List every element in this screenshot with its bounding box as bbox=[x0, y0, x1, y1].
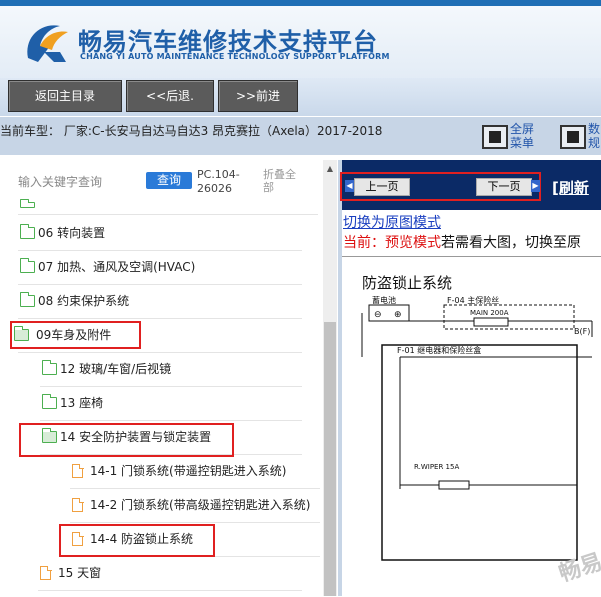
tree-item-15[interactable]: 15 天窗 bbox=[38, 557, 302, 591]
tree-row-partial bbox=[18, 196, 318, 215]
data-spec-icon[interactable] bbox=[560, 125, 586, 149]
relay-box-label: F-01 继电器和保险丝盒 bbox=[397, 345, 481, 355]
tree-item-label: 15 天窗 bbox=[58, 566, 102, 580]
document-icon bbox=[40, 565, 52, 580]
folder-icon bbox=[19, 258, 35, 273]
main-fuse-label: MAIN 200A bbox=[470, 309, 509, 317]
highlight-box bbox=[59, 524, 215, 557]
data-spec-label-line1: 数 bbox=[588, 122, 601, 136]
tree-item-14-1[interactable]: 14-1 门锁系统(带遥控钥匙进入系统) bbox=[70, 455, 320, 489]
back-button[interactable]: <<后退. bbox=[126, 80, 214, 112]
tree-item-07[interactable]: 07 加热、通风及空调(HVAC) bbox=[18, 251, 302, 285]
data-spec-label-line2: 规 bbox=[588, 136, 601, 150]
fuse-box-label: F-04 主保险丝 bbox=[447, 295, 499, 305]
preview-mode-status: 当前：预览模式若需看大图，切换至原 bbox=[343, 232, 581, 252]
document-icon bbox=[72, 497, 84, 512]
folder-icon bbox=[19, 199, 35, 208]
tree-item-label: 12 玻璃/车窗/后视镜 bbox=[60, 362, 172, 376]
prev-arrow-icon[interactable]: ◀ bbox=[345, 180, 354, 192]
switch-original-mode-link[interactable]: 切换为原图模式 bbox=[343, 212, 441, 232]
tree-item-label: 08 约束保护系统 bbox=[38, 294, 130, 308]
fullscreen-label-line2: 菜单 bbox=[510, 136, 535, 150]
preview-mode-hint: 若需看大图，切换至原 bbox=[441, 235, 581, 251]
fullscreen-label-line1: 全屏 bbox=[510, 122, 535, 136]
tree-item-06[interactable]: 06 转向装置 bbox=[18, 217, 302, 251]
tree-item-12[interactable]: 12 玻璃/车窗/后视镜 bbox=[40, 353, 302, 387]
wiper-fuse-symbol bbox=[438, 480, 470, 490]
wiring-diagram: 防盗锁止系统 蓄电池 ⊖ ⊕ F-04 主保险丝 MAIN 200A B(F) … bbox=[342, 256, 601, 596]
battery-plus-icon: ⊕ bbox=[394, 310, 402, 320]
prev-page-button[interactable]: 上一页 bbox=[354, 178, 410, 196]
tree-item-08[interactable]: 08 约束保护系统 bbox=[18, 285, 302, 319]
search-input[interactable]: 输入关键字查询 bbox=[18, 173, 102, 190]
fullscreen-menu-icon[interactable] bbox=[482, 125, 508, 149]
refresh-link[interactable]: [刷新 bbox=[552, 177, 589, 198]
tree-item-label: 06 转向装置 bbox=[38, 226, 106, 240]
tree-scrollbar-thumb[interactable] bbox=[324, 322, 336, 596]
diagram-title: 防盗锁止系统 bbox=[362, 274, 452, 292]
highlight-box bbox=[19, 423, 234, 457]
tree-item-label: 07 加热、通风及空调(HVAC) bbox=[38, 260, 196, 274]
tree-item-label: 13 座椅 bbox=[60, 396, 104, 410]
wiring-diagram-svg: 防盗锁止系统 蓄电池 ⊖ ⊕ F-04 主保险丝 MAIN 200A B(F) … bbox=[361, 274, 593, 561]
highlight-box bbox=[10, 321, 141, 349]
folder-icon bbox=[41, 360, 57, 375]
document-icon bbox=[72, 463, 84, 478]
tree-item-13[interactable]: 13 座椅 bbox=[40, 387, 302, 421]
tree-item-14-2[interactable]: 14-2 门锁系统(带高级遥控钥匙进入系统) bbox=[70, 489, 320, 523]
folder-icon bbox=[19, 224, 35, 239]
folder-icon bbox=[41, 394, 57, 409]
fuse-box-outline bbox=[443, 304, 575, 330]
folder-icon bbox=[19, 292, 35, 307]
connector-label: B(F) bbox=[574, 327, 590, 336]
data-spec-label[interactable]: 数 规 bbox=[588, 122, 600, 150]
preview-mode-label: 当前：预览模式 bbox=[343, 235, 441, 251]
forward-button[interactable]: >>前进 bbox=[218, 80, 298, 112]
next-page-button[interactable]: 下一页 bbox=[476, 178, 532, 196]
query-button[interactable]: 查询 bbox=[146, 172, 192, 189]
fullscreen-menu-label[interactable]: 全屏 菜单 bbox=[510, 122, 534, 150]
battery-minus-icon: ⊖ bbox=[374, 310, 382, 320]
relay-box-outline bbox=[381, 344, 578, 561]
main-fuse-symbol bbox=[473, 317, 509, 327]
pc-number: PC.104-26026 bbox=[197, 168, 240, 195]
next-arrow-icon[interactable]: ▶ bbox=[531, 180, 540, 192]
site-subtitle: CHANG YI AUTO MAINTENANCE TECHNOLOGY SUP… bbox=[80, 52, 390, 61]
platform-logo-icon bbox=[27, 25, 68, 62]
tree-item-label: 14-2 门锁系统(带高级遥控钥匙进入系统) bbox=[90, 498, 311, 512]
scroll-up-arrow-icon[interactable]: ▲ bbox=[325, 165, 335, 173]
current-vehicle-text: 当前车型： 厂家:C-长安马自达马自达3 昂克赛拉（Axela）2017-201… bbox=[0, 124, 383, 138]
home-button[interactable]: 返回主目录 bbox=[8, 80, 122, 112]
wiper-fuse-label: R.WIPER 15A bbox=[414, 463, 459, 471]
fold-all-button[interactable]: 折叠全部 bbox=[263, 168, 303, 194]
battery-label: 蓄电池 bbox=[372, 295, 396, 305]
tree-item-label: 14-1 门锁系统(带遥控钥匙进入系统) bbox=[90, 464, 287, 478]
